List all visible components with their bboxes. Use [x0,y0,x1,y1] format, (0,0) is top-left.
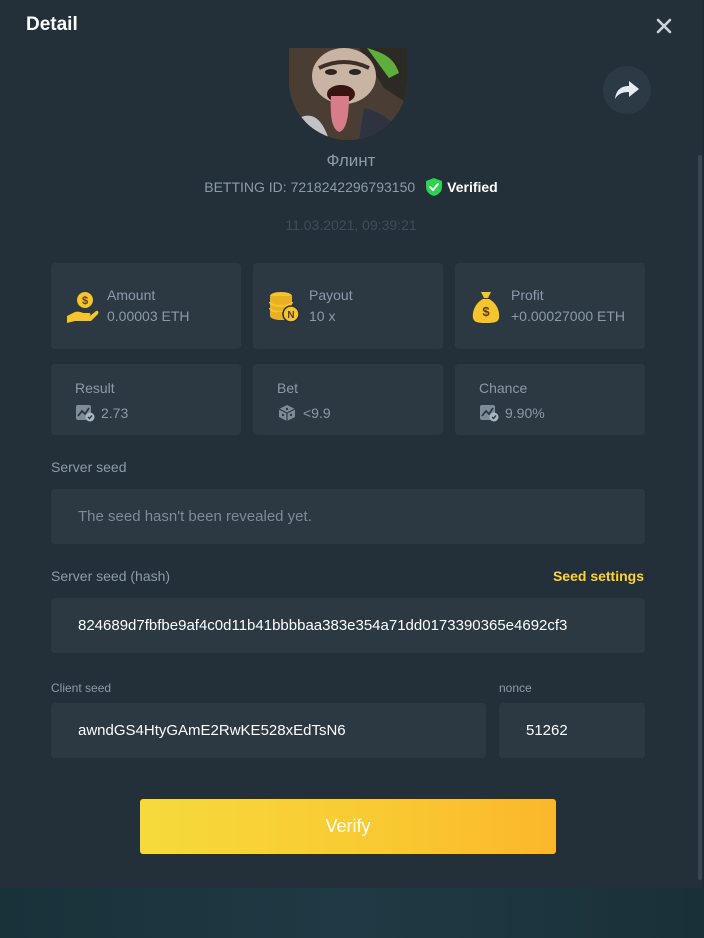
coin-hand-icon: $ [67,292,99,323]
chance-value: 9.90% [505,405,545,421]
avatar-image [289,48,407,140]
verified-badge: Verified [425,177,498,197]
share-button[interactable] [603,66,651,114]
bet-value: <9.9 [303,405,331,421]
close-icon [656,18,672,34]
server-seed-hash-label: Server seed (hash) [51,568,171,584]
share-icon [615,81,639,99]
bet-card: Bet <9.9 [253,364,443,435]
result-card: Result 2.73 [51,364,241,435]
amount-label: Amount [107,287,156,303]
seed-settings-link[interactable]: Seed settings [553,568,644,584]
avatar [289,48,407,140]
chart-check-icon [76,405,95,422]
server-seed-field[interactable]: The seed hasn't been revealed yet. [51,489,645,544]
chart-check-icon [480,405,499,422]
result-label: Result [75,380,115,396]
payout-card: N Payout 10 x [253,263,443,349]
money-bag-icon: $ [472,292,500,323]
chance-value-row: 9.90% [479,404,545,422]
client-seed-field[interactable]: awndGS4HtyGAmE2RwKE528xEdTsN6 [51,703,486,758]
close-button[interactable] [650,12,678,40]
scrollbar[interactable] [698,155,702,880]
client-seed-value: awndGS4HtyGAmE2RwKE528xEdTsN6 [78,722,346,739]
chance-card: Chance 9.90% [455,364,645,435]
server-seed-label: Server seed [51,459,127,475]
shield-check-icon [426,178,443,196]
dice-icon [278,405,296,421]
nonce-value: 51262 [526,722,568,739]
verified-label: Verified [447,179,498,195]
bet-datetime: 11.03.2021, 09:39:21 [285,217,417,233]
server-seed-value: The seed hasn't been revealed yet. [78,508,312,525]
verify-button[interactable]: Verify [140,799,556,854]
result-value: 2.73 [101,405,129,421]
nonce-label: nonce [499,681,532,695]
payout-label: Payout [309,287,353,303]
username: Флинт [326,151,376,170]
betting-id: BETTING ID: 7218242296793150 [204,179,416,195]
amount-value: 0.00003 ETH [107,308,190,324]
page-background [0,888,704,938]
profit-label: Profit [511,287,544,303]
bet-value-row: <9.9 [277,404,331,422]
client-seed-label: Client seed [51,681,112,695]
nonce-field[interactable]: 51262 [499,703,645,758]
amount-card: $ Amount 0.00003 ETH [51,263,241,349]
server-seed-hash-value: 824689d7fbfbe9af4c0d11b41bbbbaa383e354a7… [78,617,568,634]
svg-text:$: $ [82,295,88,307]
server-seed-hash-field[interactable]: 824689d7fbfbe9af4c0d11b41bbbbaa383e354a7… [51,598,645,653]
bet-label: Bet [277,380,299,396]
profit-card: $ Profit +0.00027000 ETH [455,263,645,349]
payout-value: 10 x [309,308,336,324]
chance-label: Chance [479,380,528,396]
detail-modal: Detail Флинт BETTING ID: 721824229679315… [0,0,702,888]
svg-text:N: N [287,310,294,321]
coin-stack-icon: N [269,292,300,323]
svg-text:$: $ [482,304,490,319]
betting-id-row: BETTING ID: 7218242296793150 Verified [0,177,702,197]
modal-header: Detail [0,0,702,50]
modal-title: Detail [26,14,78,35]
profit-value: +0.00027000 ETH [511,308,626,324]
result-value-row: 2.73 [75,404,128,422]
